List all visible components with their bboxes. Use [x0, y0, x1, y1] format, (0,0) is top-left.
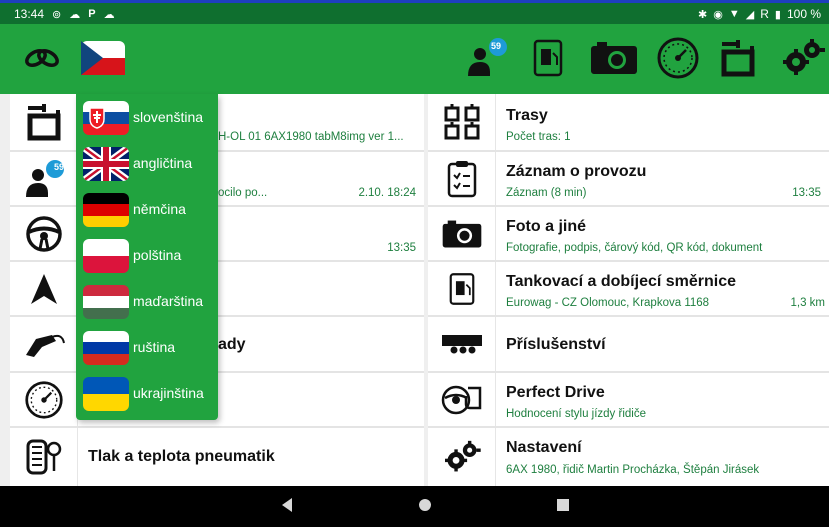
- row-title: Nastavení: [506, 439, 582, 456]
- language-option-gb[interactable]: angličtina: [76, 141, 218, 187]
- row-title: Perfect Drive: [506, 384, 605, 401]
- flag-sk-icon: [83, 101, 129, 135]
- voicemail-icon: ⊚: [52, 8, 62, 21]
- right-column: Trasy Počet tras: 1 Záznam o provozu Záz…: [428, 94, 829, 486]
- language-label: polština: [133, 247, 182, 263]
- row-subtitle: Hodnocení stylu jízdy řidiče: [506, 408, 646, 420]
- cloud-icon: ☁: [103, 8, 115, 21]
- trailer-icon: [428, 317, 496, 371]
- list-item-trasy[interactable]: Trasy Počet tras: 1: [428, 94, 829, 152]
- language-label: slovenština: [133, 109, 204, 125]
- list-item-foto[interactable]: Foto a jiné Fotografie, podpis, čárový k…: [428, 207, 829, 262]
- language-option-pl[interactable]: polština: [76, 233, 218, 279]
- language-label: angličtina: [133, 155, 193, 171]
- settings-icon: [428, 428, 496, 486]
- status-bar: 13:44 ⊚ ☁ P ☁ ✱ ◉ ▼ ◢ R ▮ 100 %: [0, 0, 829, 24]
- battery-icon: ▮: [774, 8, 781, 21]
- language-label: ruština: [133, 339, 176, 355]
- flag-ua-icon: [83, 377, 129, 411]
- flag-gb-icon: [83, 147, 129, 181]
- language-label: němčina: [133, 201, 186, 217]
- language-option-sk[interactable]: slovenština: [76, 95, 218, 141]
- row-title: Tlak a teplota pneumatik: [88, 448, 275, 465]
- row-subtitle: H-OL 01 6AX1980 tabM8img ver 1...: [218, 131, 404, 143]
- row-distance: 1,3 km: [790, 297, 825, 309]
- bluetooth-icon: ✱: [698, 8, 708, 21]
- cloud-icon: ☁: [69, 8, 81, 21]
- row-timestamp: 13:35: [387, 242, 416, 254]
- row-subtitle: Počet tras: 1: [506, 131, 571, 143]
- messages-icon: 59: [10, 152, 78, 205]
- camera-icon: [428, 207, 496, 260]
- messages-icon[interactable]: 59: [460, 36, 508, 80]
- logo-icon[interactable]: [22, 36, 62, 80]
- flag-de-icon: [83, 193, 129, 227]
- list-item-nastaveni[interactable]: Nastavení 6AX 1980, řidič Martin Procház…: [428, 428, 829, 486]
- fuel-document-icon[interactable]: [530, 36, 566, 80]
- route-icon[interactable]: [716, 36, 760, 80]
- row-title: ady: [218, 336, 246, 353]
- clipboard-icon: [428, 152, 496, 205]
- flag-pl-icon: [83, 239, 129, 273]
- language-label: maďarština: [133, 293, 204, 309]
- steering-wheel-icon: [10, 207, 78, 260]
- row-timestamp: 2.10. 18:24: [358, 187, 416, 199]
- language-option-ua[interactable]: ukrajinština: [76, 371, 218, 417]
- messages-badge: 59: [491, 41, 502, 51]
- row-subtitle: Fotografie, podpis, čárový kód, QR kód, …: [506, 242, 763, 254]
- row-subtitle: ocilo po...: [218, 187, 268, 199]
- fuel-document-icon: [428, 262, 496, 315]
- row-timestamp: 13:35: [792, 187, 821, 199]
- list-item-zaznam[interactable]: Záznam o provozu Záznam (8 min) 13:35: [428, 152, 829, 207]
- signal-icon: ◢: [745, 8, 755, 21]
- fuel-nozzle-icon: [10, 317, 78, 371]
- list-item-prislusenstvi[interactable]: Příslušenství: [428, 317, 829, 373]
- navigation-arrow-icon: [10, 262, 78, 315]
- flag-cz-icon[interactable]: [80, 36, 126, 80]
- language-option-ru[interactable]: ruština: [76, 325, 218, 371]
- location-icon: ◉: [713, 8, 723, 21]
- row-subtitle: Eurowag - CZ Olomouc, Krapkova 1168: [506, 297, 710, 309]
- tachograph-icon[interactable]: [654, 36, 702, 80]
- list-item-tankovaci[interactable]: Tankovací a dobíjecí směrnice Eurowag - …: [428, 262, 829, 317]
- tachograph-icon: [10, 373, 78, 426]
- settings-icon[interactable]: [780, 36, 826, 80]
- tire-pressure-icon: [10, 428, 78, 486]
- messages-badge: 59: [54, 162, 65, 172]
- row-title: Tankovací a dobíjecí směrnice: [506, 273, 737, 290]
- wifi-icon: ▼: [728, 8, 740, 20]
- perfect-drive-icon: [428, 373, 496, 426]
- parking-icon: P: [88, 8, 96, 20]
- row-subtitle: Záznam (8 min): [506, 187, 587, 199]
- list-item[interactable]: Tlak a teplota pneumatik: [10, 428, 424, 486]
- camera-icon[interactable]: [588, 36, 640, 80]
- roaming-indicator: R: [760, 7, 769, 21]
- row-title: Foto a jiné: [506, 218, 586, 235]
- routes-icon: [428, 94, 496, 150]
- language-label: ukrajinština: [133, 385, 204, 401]
- home-icon[interactable]: [418, 498, 432, 517]
- language-option-hu[interactable]: maďarština: [76, 279, 218, 325]
- row-subtitle: 6AX 1980, řidič Martin Procházka, Štěpán…: [506, 464, 760, 476]
- language-option-de[interactable]: němčina: [76, 187, 218, 233]
- language-dropdown: slovenština angličtina němčina polština …: [76, 94, 218, 420]
- battery-level: 100 %: [786, 7, 821, 21]
- flag-hu-icon: [83, 285, 129, 319]
- row-title: Příslušenství: [506, 336, 606, 353]
- back-icon[interactable]: [280, 496, 294, 519]
- system-nav-bar: [0, 486, 829, 527]
- row-title: Trasy: [506, 107, 548, 124]
- app-screen: 13:44 ⊚ ☁ P ☁ ✱ ◉ ▼ ◢ R ▮ 100 % 59 H-OL …: [0, 0, 829, 527]
- row-title: Záznam o provozu: [506, 163, 647, 180]
- recents-icon[interactable]: [556, 498, 570, 517]
- list-item-perfect-drive[interactable]: Perfect Drive Hodnocení stylu jízdy řidi…: [428, 373, 829, 428]
- flag-ru-icon: [83, 331, 129, 365]
- route-icon: [10, 94, 78, 150]
- status-time: 13:44: [14, 7, 45, 21]
- app-toolbar: 59: [0, 24, 829, 94]
